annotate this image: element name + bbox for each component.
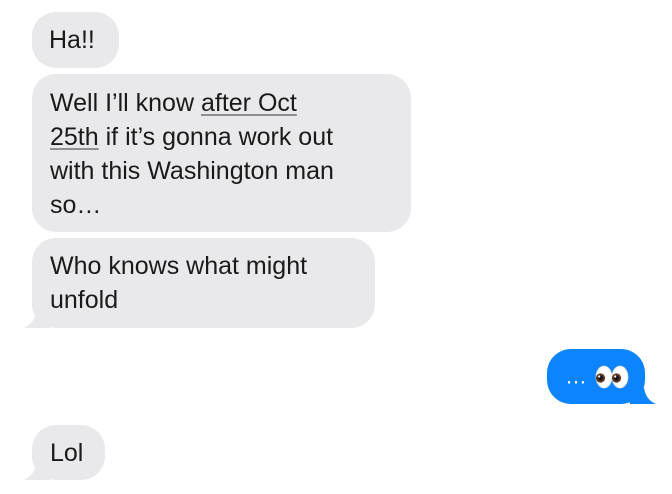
bubble-tail-incoming	[24, 300, 50, 328]
date-link[interactable]: after Oct	[201, 89, 297, 117]
message-bubble-incoming[interactable]: Ha!!	[32, 12, 119, 68]
message-text: if it’s gonna work out	[98, 123, 334, 151]
message-text-line: 25th if it’s gonna work out	[50, 120, 411, 154]
message-text: Ha!!	[49, 26, 95, 54]
message-text-line: unfold	[50, 286, 119, 314]
message-text: Well I’ll know	[50, 89, 201, 117]
message-text-line: Who knows what might	[50, 252, 308, 280]
message-text-line: so…	[50, 191, 102, 219]
date-link[interactable]: 25th	[50, 123, 99, 151]
message-text-line: Well I’ll know after Oct	[50, 86, 411, 120]
message-bubble-incoming[interactable]: Well I’ll know after Oct 25th if it’s go…	[32, 74, 411, 232]
message-text: …	[565, 363, 587, 389]
message-thread: { "thread": { "messages": [ { "direction…	[0, 0, 672, 494]
bubble-tail-outgoing	[630, 376, 656, 404]
message-text-line: with this Washington man	[50, 157, 334, 185]
message-bubble-incoming[interactable]: Who knows what might unfold	[32, 238, 375, 328]
bubble-tail-incoming	[24, 452, 50, 480]
